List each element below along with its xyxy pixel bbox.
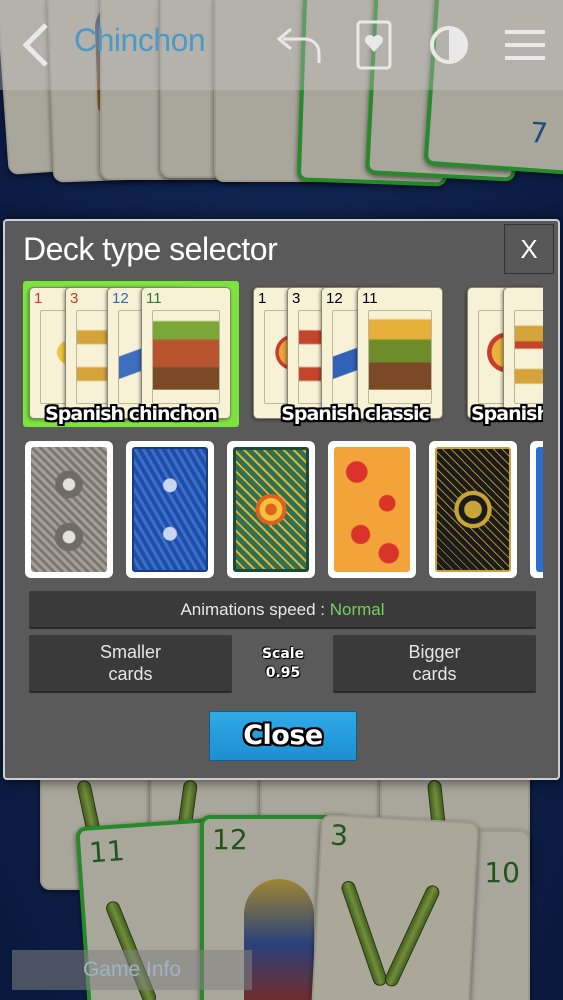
card-back-pattern <box>435 447 511 572</box>
deck-option-spanish-chinchon[interactable]: 1 3 12 11 Spanish chinchon <box>23 281 239 427</box>
contrast-icon <box>430 26 468 64</box>
undo-button[interactable] <box>268 20 328 70</box>
deck-type-dialog: Deck type selector X 1 3 12 11 Spanish c… <box>3 219 560 780</box>
deck-preview-card: 11 <box>357 287 443 419</box>
card-back-pattern <box>334 447 410 572</box>
card-back-pattern <box>536 447 543 572</box>
close-button[interactable]: Close <box>209 711 357 761</box>
undo-icon <box>276 27 321 63</box>
menu-button[interactable] <box>500 20 550 70</box>
animations-speed-button[interactable]: Animations speed : Normal <box>29 591 536 629</box>
heart-card-icon <box>356 20 392 70</box>
smaller-cards-line2: cards <box>108 664 153 684</box>
app-title: Chinchon <box>74 22 206 58</box>
smaller-cards-button[interactable]: Smaller cards <box>29 635 232 693</box>
game-info-button[interactable]: Game Info <box>12 950 252 990</box>
deck-label: Spanish <box>471 403 543 425</box>
smaller-cards-line1: Smaller <box>99 642 161 662</box>
top-toolbar: Chinchon <box>0 0 563 90</box>
card-back-option-4[interactable] <box>328 441 416 578</box>
hamburger-menu-icon <box>505 30 545 60</box>
deck-type-list: 1 3 12 11 Spanish chinchon 1 3 12 11 Spa… <box>23 281 543 431</box>
chevron-left-icon <box>22 23 48 67</box>
back-button[interactable] <box>16 20 56 70</box>
bigger-cards-line1: Bigger <box>408 642 461 662</box>
contrast-button[interactable] <box>424 20 474 70</box>
bigger-cards-line2: cards <box>412 664 457 684</box>
deck-label: Spanish classic <box>281 403 430 425</box>
card-back-option-2[interactable] <box>126 441 214 578</box>
deck-preview-card <box>503 287 543 419</box>
animations-speed-value: Normal <box>329 600 385 619</box>
deck-label: Spanish chinchon <box>45 403 218 425</box>
animations-speed-label: Animations speed : <box>180 600 330 619</box>
deck-preview-card: 11 <box>141 287 231 419</box>
deck-option-spanish-classic[interactable]: 1 3 12 11 Spanish classic <box>247 281 463 427</box>
card-back-option-1[interactable] <box>25 441 113 578</box>
card-back-pattern <box>31 447 107 572</box>
scale-label: Scale <box>261 646 305 662</box>
card-back-pattern <box>132 447 208 572</box>
card-back-option-3[interactable] <box>227 441 315 578</box>
bigger-cards-button[interactable]: Bigger cards <box>333 635 536 693</box>
deck-option-spanish[interactable]: Spanish <box>461 281 543 427</box>
card-back-pattern <box>233 447 309 572</box>
scale-value: 0.95 <box>265 665 301 681</box>
card-back-option-5[interactable] <box>429 441 517 578</box>
card-back-option-6[interactable] <box>530 441 543 578</box>
dialog-title: Deck type selector <box>23 231 278 267</box>
deck-button[interactable] <box>352 20 396 70</box>
dialog-close-x-button[interactable]: X <box>504 224 554 274</box>
scale-indicator: Scale 0.95 <box>243 645 323 683</box>
card-back-list <box>23 441 543 581</box>
